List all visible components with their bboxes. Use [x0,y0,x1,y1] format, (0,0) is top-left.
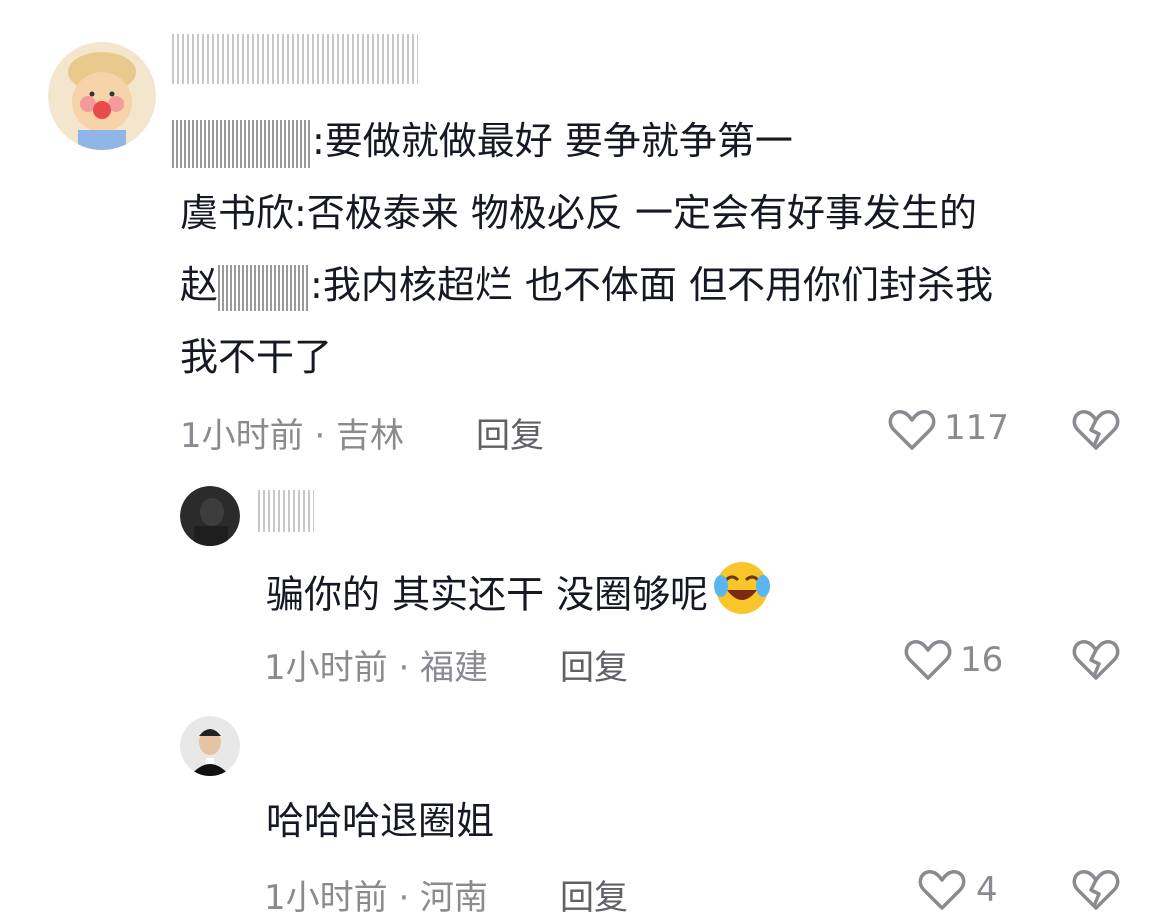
laughing-crying-emoji [712,558,772,636]
reply-1-text: 骗你的 其实还干 没圈够呢 [266,558,772,636]
comment-like-count: 117 [944,408,1009,448]
reply-1-like-count: 16 [960,640,1004,680]
comment-line-3-prefix: 赵 [180,263,219,307]
heart-icon[interactable] [918,868,966,916]
reply-2-reply-button[interactable]: 回复 [560,870,628,919]
reply-2-avatar[interactable] [180,716,240,776]
comment-reply-button[interactable]: 回复 [476,408,544,457]
blurred-name-inline [172,119,312,168]
comment-line-3: 赵 :我内核超烂 也不体面 但不用你们封杀我 [180,254,993,316]
comment-line-2: 虞书欣:否极泰来 物极必反 一定会有好事发生的 [180,191,977,235]
reply-2-like-count: 4 [976,870,998,910]
blurred-name-inline [218,264,311,311]
commenter-name-blurred[interactable] [172,34,418,88]
reply-1-avatar[interactable] [180,486,240,546]
broken-heart-icon[interactable] [1072,638,1120,686]
comment-time-location: 1小时前 · 吉林 [180,416,405,456]
commenter-avatar[interactable] [48,42,156,150]
comment-line-3-text: :我内核超烂 也不体面 但不用你们封杀我 [310,263,993,307]
reply-1-reply-button[interactable]: 回复 [560,640,628,689]
broken-heart-icon[interactable] [1072,868,1120,916]
reply-1-time-location: 1小时前 · 福建 [264,648,489,688]
broken-heart-icon[interactable] [1072,408,1120,456]
comment-line-1-text: :要做就做最好 要争就争第一 [312,119,793,163]
reply-1-name-blurred[interactable] [258,490,314,536]
reply-2-time-location: 1小时前 · 河南 [264,878,489,918]
reply-1-text-content: 骗你的 其实还干 没圈够呢 [266,572,709,617]
reply-2-text: 哈哈哈退圈姐 [266,799,495,843]
comment-line-4: 我不干了 [180,335,333,379]
heart-icon[interactable] [888,408,936,456]
comment-line-1: :要做就做最好 要争就争第一 [172,110,793,172]
heart-icon[interactable] [904,638,952,686]
